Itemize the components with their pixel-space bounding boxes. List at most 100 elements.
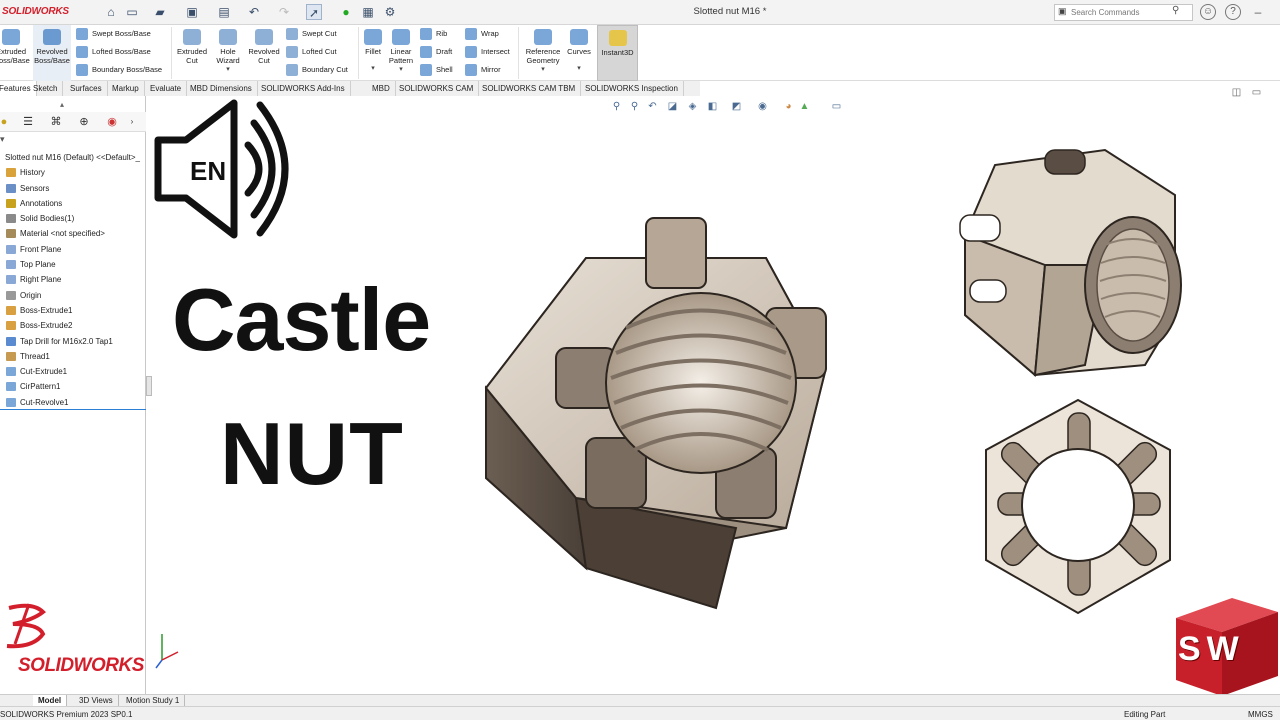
extruded-boss-button[interactable]: Extruded Boss/Base xyxy=(0,25,30,81)
rebuild-traffic-light-icon[interactable]: ● xyxy=(338,4,354,20)
extruded-cut-button[interactable]: Extruded Cut xyxy=(174,25,210,81)
save-icon[interactable]: ▣ xyxy=(184,4,200,20)
filter-icon[interactable]: ▾ xyxy=(0,134,5,145)
tree-item-sensors[interactable]: Sensors xyxy=(0,181,146,196)
tab-mbd-dimensions[interactable]: MBD Dimensions xyxy=(185,81,258,96)
tree-item-boss-extrude2[interactable]: Boss-Extrude2 xyxy=(0,318,146,333)
open-folder-icon[interactable]: ▰ xyxy=(152,4,168,20)
dynamic-annotation-icon[interactable]: ◈ xyxy=(686,100,699,113)
tree-item-history[interactable]: History xyxy=(0,165,146,180)
revolved-cut-button[interactable]: Revolved Cut xyxy=(246,25,282,81)
tree-item-annotations[interactable]: Annotations xyxy=(0,196,146,211)
linear-pattern-dropdown-icon[interactable]: ▾ xyxy=(386,65,416,74)
tree-item-cut-extrude1[interactable]: Cut-Extrude1 xyxy=(0,364,146,379)
help-icon[interactable]: ? xyxy=(1225,4,1241,20)
instant3d-button[interactable]: Instant3D xyxy=(597,25,638,81)
view-settings-icon[interactable]: ▭ xyxy=(830,100,843,113)
tree-item-cirpattern1[interactable]: CirPattern1 xyxy=(0,379,146,394)
panel-collapse-icon[interactable]: ▴ xyxy=(60,100,64,109)
lofted-boss-button[interactable]: Lofted Boss/Base xyxy=(76,44,151,60)
minimize-icon[interactable]: – xyxy=(1250,4,1266,20)
tree-item-material-not-specified[interactable]: Material <not specified> xyxy=(0,226,146,241)
status-units[interactable]: MMGS xyxy=(1248,710,1273,719)
mirror-button[interactable]: Mirror xyxy=(465,62,501,78)
apply-scene-icon[interactable]: ▲ xyxy=(798,100,811,113)
select-cursor-icon[interactable]: ➚ xyxy=(306,4,322,20)
tree-item-cut-revolve1[interactable]: Cut-Revolve1 xyxy=(0,395,146,410)
swept-cut-button[interactable]: Swept Cut xyxy=(286,26,337,42)
draft-button[interactable]: Draft xyxy=(420,44,452,60)
lofted-cut-button[interactable]: Lofted Cut xyxy=(286,44,337,60)
tree-item-top-plane[interactable]: Top Plane xyxy=(0,257,146,272)
view-orientation-icon[interactable]: ◧ xyxy=(706,100,719,113)
shell-button[interactable]: Shell xyxy=(420,62,453,78)
display-manager-tab-icon[interactable]: ◉ xyxy=(104,114,120,130)
linear-pattern-button[interactable]: Linear Pattern ▾ xyxy=(386,25,416,81)
options-gear-icon[interactable]: ⚙ xyxy=(382,4,398,20)
rollback-bar[interactable] xyxy=(0,409,146,410)
undo-icon[interactable]: ↶ xyxy=(246,4,262,20)
tree-item-origin[interactable]: Origin xyxy=(0,288,146,303)
maximize-view-icon[interactable]: ▭ xyxy=(1250,86,1263,99)
revolved-boss-button[interactable]: Revolved Boss/Base xyxy=(33,25,71,81)
configuration-manager-tab-icon[interactable]: ⌘ xyxy=(48,114,64,130)
tree-item-front-plane[interactable]: Front Plane xyxy=(0,242,146,257)
tab-solidworks-inspection[interactable]: SOLIDWORKS Inspection xyxy=(580,81,684,96)
rib-button[interactable]: Rib xyxy=(420,26,447,42)
fillet-button[interactable]: Fillet ▾ xyxy=(361,25,385,81)
hide-show-items-icon[interactable]: ◉ xyxy=(756,100,769,113)
new-document-icon[interactable]: ▭ xyxy=(124,4,140,20)
castle-nut-model-top[interactable] xyxy=(980,395,1180,625)
tab-solidworks-add-ins[interactable]: SOLIDWORKS Add-Ins xyxy=(256,81,351,96)
reference-geometry-button[interactable]: Reference Geometry ▾ xyxy=(522,25,564,81)
zoom-to-area-icon[interactable]: ⚲ xyxy=(628,100,641,113)
wrap-button[interactable]: Wrap xyxy=(465,26,499,42)
boundary-boss-button[interactable]: Boundary Boss/Base xyxy=(76,62,162,78)
tree-item-boss-extrude1[interactable]: Boss-Extrude1 xyxy=(0,303,146,318)
bottom-tab-3d-views[interactable]: 3D Views xyxy=(74,695,119,706)
intersect-button[interactable]: Intersect xyxy=(465,44,510,60)
bottom-tab-model[interactable]: Model xyxy=(33,695,68,706)
tab-evaluate[interactable]: Evaluate xyxy=(145,81,188,96)
feature-manager-tab-icon[interactable]: ● xyxy=(0,114,12,130)
file-properties-icon[interactable]: ▦ xyxy=(360,4,376,20)
tree-item-thread1[interactable]: Thread1 xyxy=(0,349,146,364)
dimxpert-tab-icon[interactable]: ⊕ xyxy=(76,114,92,130)
tab-solidworks-cam[interactable]: SOLIDWORKS CAM xyxy=(394,81,480,96)
section-view-icon[interactable]: ◪ xyxy=(666,100,679,113)
previous-view-icon[interactable]: ↶ xyxy=(646,100,659,113)
reference-geometry-dropdown-icon[interactable]: ▾ xyxy=(522,65,564,74)
tab-solidworks-cam-tbm[interactable]: SOLIDWORKS CAM TBM xyxy=(477,81,582,96)
hole-wizard-button[interactable]: Hole Wizard ▾ xyxy=(211,25,245,81)
tree-item-solid-bodies-1[interactable]: Solid Bodies(1) xyxy=(0,211,146,226)
home-icon[interactable]: ⌂ xyxy=(103,4,119,20)
user-account-icon[interactable]: ☺ xyxy=(1200,4,1216,20)
tab-mbd[interactable]: MBD xyxy=(367,81,396,96)
edit-appearance-icon[interactable]: ◕ xyxy=(782,100,795,113)
tab-surfaces[interactable]: Surfaces xyxy=(65,81,108,96)
curves-button[interactable]: Curves ▾ xyxy=(565,25,593,81)
redo-icon[interactable]: ↷ xyxy=(276,4,292,20)
print-icon[interactable]: ▤ xyxy=(216,4,232,20)
fillet-dropdown-icon[interactable]: ▾ xyxy=(361,64,385,73)
restore-view-icon[interactable]: ◫ xyxy=(1230,86,1243,99)
zoom-to-fit-icon[interactable]: ⚲ xyxy=(610,100,623,113)
property-manager-tab-icon[interactable]: ☰ xyxy=(20,114,36,130)
display-style-icon[interactable]: ◩ xyxy=(730,100,743,113)
curves-dropdown-icon[interactable]: ▾ xyxy=(565,64,593,73)
boundary-cut-button[interactable]: Boundary Cut xyxy=(286,62,348,78)
bottom-tab-motion-study-1[interactable]: Motion Study 1 xyxy=(121,695,186,706)
tree-root-part[interactable]: Slotted nut M16 (Default) <<Default>_ xyxy=(0,150,146,165)
swept-boss-button[interactable]: Swept Boss/Base xyxy=(76,26,151,42)
castle-nut-model-side[interactable] xyxy=(955,145,1195,385)
tab-markup[interactable]: Markup xyxy=(107,81,145,96)
tab-sketch[interactable]: Sketch xyxy=(28,81,64,96)
more-tabs-icon[interactable]: › xyxy=(124,114,140,130)
hole-wizard-dropdown-icon[interactable]: ▾ xyxy=(211,65,245,74)
castle-nut-model-iso[interactable] xyxy=(466,198,886,623)
tree-item-right-plane[interactable]: Right Plane xyxy=(0,272,146,287)
search-icon[interactable]: ⚲ xyxy=(1172,5,1179,16)
tree-item-tap-drill-for-m16x2-0-tap1[interactable]: Tap Drill for M16x2.0 Tap1 xyxy=(0,334,146,349)
search-dropdown-icon[interactable]: ▣ xyxy=(1058,6,1067,17)
panel-splitter-handle[interactable] xyxy=(146,376,152,396)
